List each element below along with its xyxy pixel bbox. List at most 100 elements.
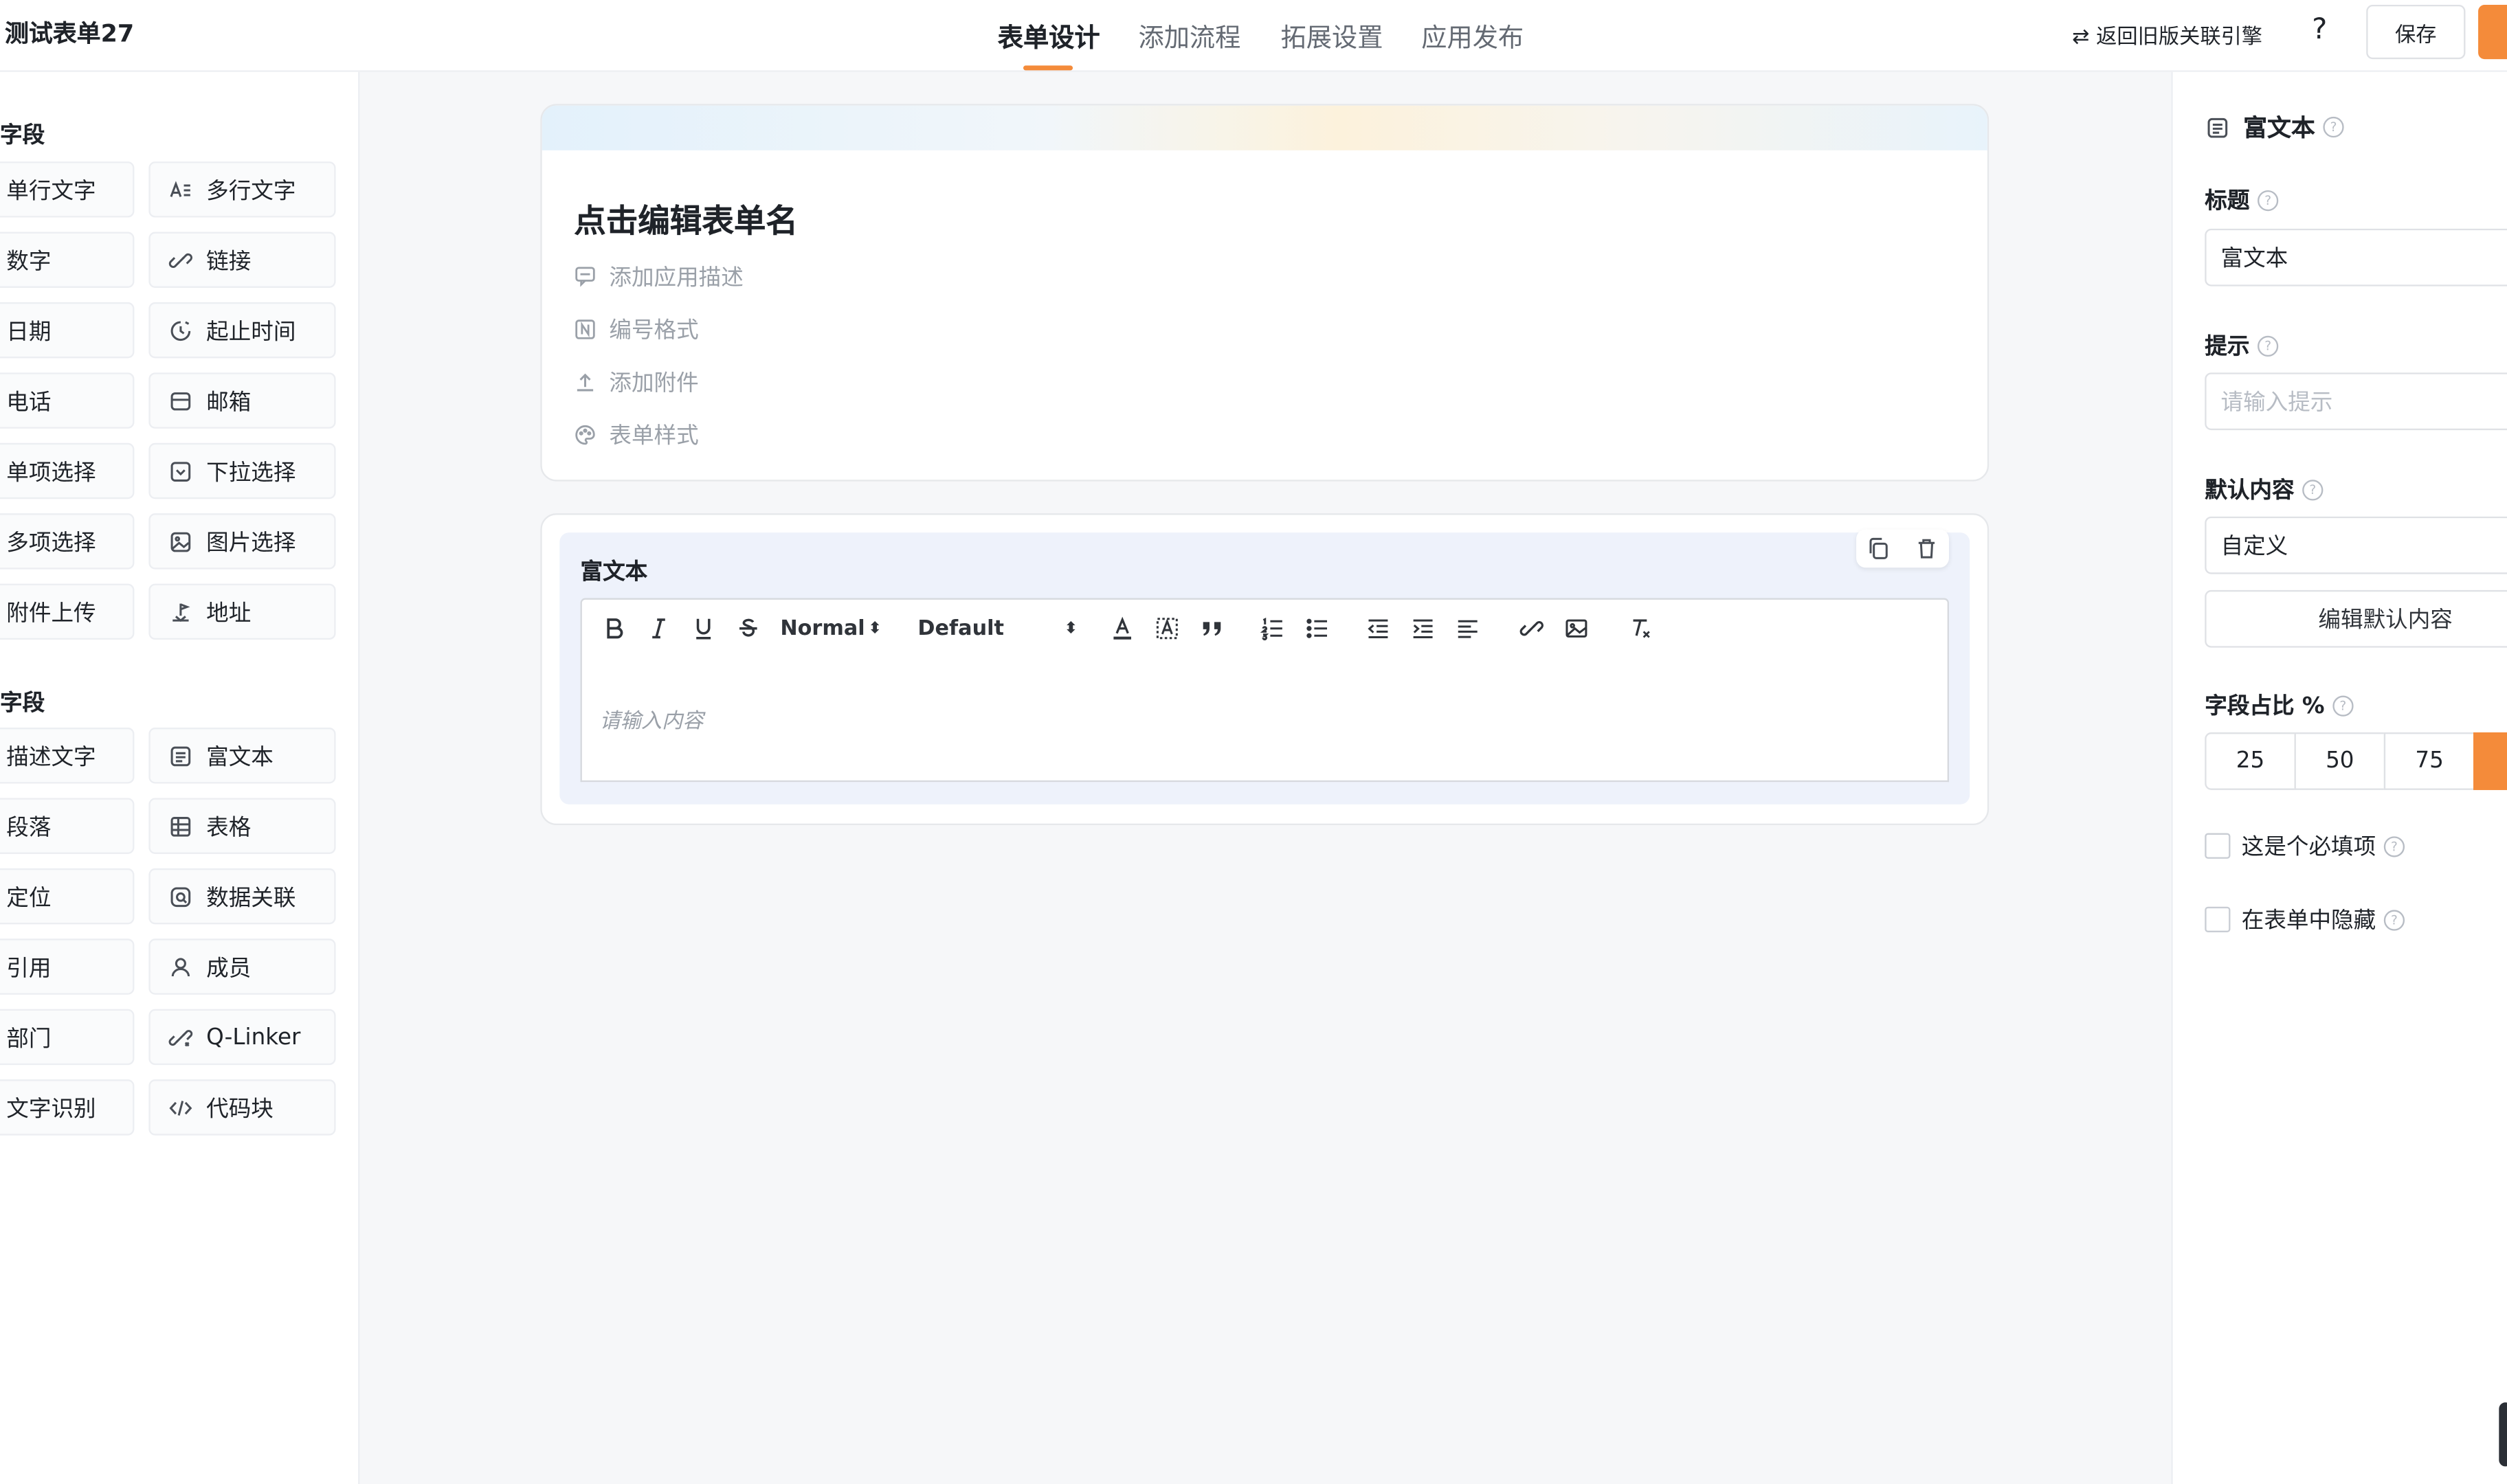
indent-button[interactable] — [1410, 612, 1436, 644]
strikethrough-button[interactable] — [735, 612, 761, 644]
tab-form-design[interactable]: 表单设计 — [998, 16, 1100, 54]
publish-button[interactable] — [2478, 4, 2507, 60]
form-name[interactable]: 点击编辑表单名 — [574, 195, 798, 242]
clear-format-button[interactable] — [1627, 612, 1653, 644]
font-color-button[interactable] — [1110, 612, 1135, 644]
rich-text-editor[interactable]: 请输入内容 — [580, 653, 1950, 783]
hint-input[interactable]: 请输入提示 — [2205, 372, 2507, 431]
save-button[interactable]: 保存 — [2366, 4, 2466, 60]
legacy-engine-link[interactable]: ⇄ 返回旧版关联引擎 — [2072, 19, 2262, 49]
font-family-select[interactable]: Default ⬍ — [917, 612, 1078, 644]
width-option-75[interactable]: 75 — [2383, 732, 2475, 790]
field-address[interactable]: 地址 — [148, 583, 336, 640]
blockquote-button[interactable] — [1199, 612, 1225, 644]
background-color-button[interactable] — [1155, 612, 1180, 644]
data-relation-icon — [168, 884, 193, 909]
ordered-list-button[interactable] — [1260, 612, 1285, 644]
title-input[interactable]: 富文本 — [2205, 228, 2507, 286]
insert-link-button[interactable] — [1519, 612, 1544, 644]
app-title: 测试表单27 — [4, 19, 135, 48]
field-code-block[interactable]: 代码块 — [148, 1079, 336, 1136]
width-option-25[interactable]: 25 — [2205, 732, 2296, 790]
link-icon — [168, 247, 193, 273]
field-attachment[interactable]: 附件上传 — [0, 583, 135, 640]
field-multi-choice[interactable]: 多项选择 — [0, 513, 135, 570]
field-rich-text[interactable]: 富文本 — [148, 728, 336, 784]
field-multi-line-text[interactable]: 多行文字 — [148, 161, 336, 218]
field-member[interactable]: 成员 — [148, 938, 336, 995]
form-style-link[interactable]: 表单样式 — [574, 419, 699, 451]
outdent-button[interactable] — [1366, 612, 1391, 644]
align-button[interactable] — [1455, 612, 1480, 644]
add-description-link[interactable]: 添加应用描述 — [574, 260, 744, 293]
select-arrows-icon: ⬍ — [1064, 619, 1078, 638]
mail-icon — [168, 387, 193, 413]
required-checkbox[interactable]: 这是个必填项 ? — [2205, 830, 2405, 862]
multiline-text-icon — [168, 177, 193, 202]
tab-app-publish[interactable]: 应用发布 — [1421, 16, 1524, 54]
field-phone[interactable]: 电话 — [0, 372, 135, 429]
tab-add-flow[interactable]: 添加流程 — [1138, 16, 1240, 54]
help-circle-icon[interactable]: ? — [2383, 835, 2405, 857]
palette-icon — [574, 424, 597, 447]
insert-image-button[interactable] — [1563, 612, 1589, 644]
selected-field[interactable]: 富文本 Normal ⬍ Default ⬍ 请输入内容 — [559, 529, 1970, 805]
clock-icon — [168, 317, 193, 343]
underline-button[interactable] — [691, 612, 716, 644]
bold-button[interactable] — [601, 612, 627, 644]
field-q-linker[interactable]: Q-Linker — [148, 1009, 336, 1066]
field-single-line-text[interactable]: 单行文字 — [0, 161, 135, 218]
field-department[interactable]: 部门 — [0, 1009, 135, 1066]
dropdown-icon — [168, 458, 193, 484]
rich-text-field-card[interactable]: 富文本 Normal ⬍ Default ⬍ 请输入内容 — [540, 513, 1990, 826]
top-bar: 测试表单27 表单设计 添加流程 拓展设置 应用发布 ⇄ 返回旧版关联引擎 ? … — [0, 0, 2507, 72]
comment-icon — [574, 265, 597, 288]
help-button[interactable]: ? — [2312, 13, 2327, 47]
field-location[interactable]: 定位 — [0, 868, 135, 925]
field-single-choice[interactable]: 单项选择 — [0, 442, 135, 499]
hidden-checkbox[interactable]: 在表单中隐藏 ? — [2205, 903, 2405, 936]
checkbox[interactable] — [2205, 906, 2231, 932]
field-description-text[interactable]: 描述文字 — [0, 728, 135, 784]
field-image-choice[interactable]: 图片选择 — [148, 513, 336, 570]
help-circle-icon[interactable]: ? — [2332, 695, 2354, 716]
field-dropdown[interactable]: 下拉选择 — [148, 442, 336, 499]
help-circle-icon[interactable]: ? — [2258, 189, 2279, 211]
width-option-50[interactable]: 50 — [2294, 732, 2386, 790]
help-circle-icon[interactable]: ? — [2258, 335, 2279, 356]
field-date[interactable]: 日期 — [0, 302, 135, 359]
field-reference[interactable]: 引用 — [0, 938, 135, 995]
checkbox[interactable] — [2205, 833, 2231, 859]
field-width-options: 25 50 75 1 — [2205, 732, 2507, 790]
field-actions — [1856, 529, 1950, 568]
field-number[interactable]: 数字 — [0, 232, 135, 288]
numbering-format-link[interactable]: 编号格式 — [574, 313, 699, 346]
bullet-list-button[interactable] — [1304, 612, 1330, 644]
field-paragraph[interactable]: 段落 — [0, 798, 135, 854]
default-content-select[interactable]: 自定义 — [2205, 516, 2507, 574]
field-ocr[interactable]: 文字识别 — [0, 1079, 135, 1136]
trash-icon[interactable] — [1914, 536, 1939, 561]
field-table[interactable]: 表格 — [148, 798, 336, 854]
field-link[interactable]: 链接 — [148, 232, 336, 288]
panel-resize-handle[interactable] — [2499, 1402, 2507, 1467]
help-circle-icon[interactable]: ? — [2383, 909, 2405, 930]
edit-default-content-button[interactable]: 编辑默认内容 — [2205, 589, 2507, 648]
field-data-relation[interactable]: 数据关联 — [148, 868, 336, 925]
help-circle-icon[interactable]: ? — [2323, 116, 2344, 138]
advanced-fields-title: 字段 — [0, 690, 45, 717]
add-attachment-link[interactable]: 添加附件 — [574, 366, 699, 398]
property-panel: 富文本 ? 标题? 富文本 提示? 请输入提示 默认内容? 自定义 编辑默认内容… — [2171, 71, 2507, 1484]
width-option-100[interactable]: 1 — [2473, 732, 2507, 790]
field-email[interactable]: 邮箱 — [148, 372, 336, 429]
field-date-range[interactable]: 起止时间 — [148, 302, 336, 359]
editor-toolbar: Normal ⬍ Default ⬍ — [580, 598, 1950, 656]
help-circle-icon[interactable]: ? — [2302, 479, 2324, 500]
field-palette: 字段 单行文字 多行文字 数字 链接 日期 起止时间 电话 邮箱 单项选择 下拉… — [0, 71, 360, 1484]
italic-button[interactable] — [646, 612, 671, 644]
copy-icon[interactable] — [1866, 536, 1891, 561]
tab-extend-settings[interactable]: 拓展设置 — [1281, 16, 1383, 54]
default-content-label: 默认内容? — [2205, 473, 2324, 506]
font-size-select[interactable]: Normal ⬍ — [780, 612, 881, 644]
panel-title: 富文本 — [2243, 113, 2315, 143]
